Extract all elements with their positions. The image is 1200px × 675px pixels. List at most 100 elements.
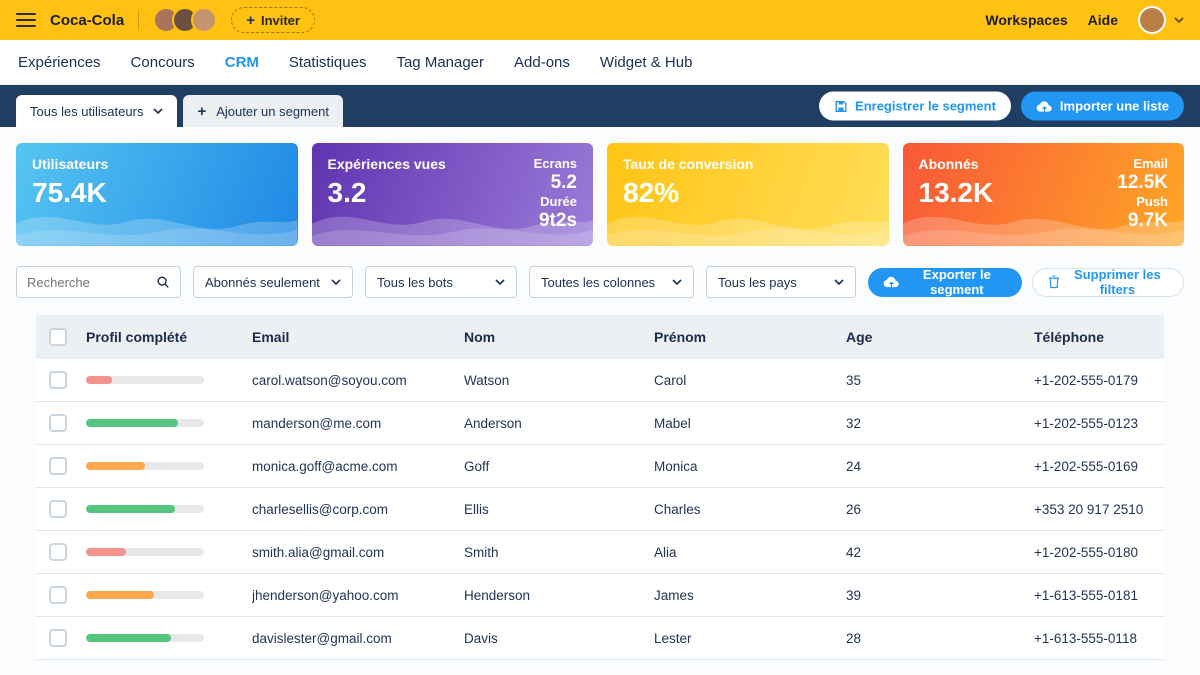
topbar: Coca-Cola + Inviter Workspaces Aide: [0, 0, 1200, 40]
search-box[interactable]: [16, 266, 181, 298]
clear-filters-button[interactable]: Supprimer les filters: [1031, 267, 1184, 297]
save-icon: [835, 100, 847, 112]
table-row[interactable]: monica.goff@acme.com Goff Monica 24 +1-202-5…: [36, 445, 1164, 488]
plus-icon: +: [246, 11, 255, 29]
stats-cards: Utilisateurs 75.4K Expériences vues 3.2 Ecra…: [16, 143, 1184, 246]
nav-tab-statistiques[interactable]: Statistiques: [289, 54, 367, 71]
telephone-cell: +1-202-555-0179: [1034, 372, 1138, 388]
save-segment-button[interactable]: Enregistrer le segment: [819, 91, 1011, 121]
nom-cell: Goff: [464, 458, 490, 474]
age-cell: 42: [846, 544, 862, 560]
stat-side-value: 9.7K: [1127, 210, 1168, 232]
row-checkbox[interactable]: [49, 629, 67, 647]
dropdown-value: Tous les bots: [377, 274, 453, 290]
column-header-1: Email: [252, 329, 290, 345]
telephone-cell: +1-202-555-0123: [1034, 415, 1138, 431]
chevron-down-icon: [153, 108, 164, 114]
caret-down-icon[interactable]: [1174, 17, 1184, 23]
nom-cell: Watson: [464, 372, 510, 388]
column-header-5: Téléphone: [1034, 329, 1105, 345]
filter-bar: Abonnés seulement Tous les bots Toutes les…: [16, 266, 1184, 298]
stat-side-label: Ecrans: [533, 156, 577, 171]
stat-card-value: 82%: [623, 177, 680, 208]
filter-dropdown-bots[interactable]: Tous les bots: [365, 266, 517, 298]
row-checkbox[interactable]: [49, 543, 67, 561]
team-avatar[interactable]: [191, 7, 218, 33]
nav-tab-experiences[interactable]: Expériences: [18, 54, 101, 71]
stat-side-value: 9t2s: [538, 210, 577, 232]
add-segment-label: Ajouter un segment: [216, 103, 329, 119]
chevron-down-icon: [495, 279, 505, 285]
row-checkbox[interactable]: [49, 371, 67, 389]
table-row[interactable]: jhenderson@yahoo.com Henderson James 39 +1-6…: [36, 574, 1164, 617]
row-checkbox[interactable]: [49, 457, 67, 475]
dropdown-value: Abonnés seulement: [205, 274, 320, 290]
stat-card-taux-conversion: Taux de conversion 82%: [607, 143, 889, 246]
filter-dropdown-pays[interactable]: Tous les pays: [706, 266, 856, 298]
workspaces-link[interactable]: Workspaces: [985, 12, 1067, 28]
filter-dropdown-colonnes[interactable]: Toutes les colonnes: [529, 266, 694, 298]
table-row[interactable]: manderson@me.com Anderson Mabel 32 +1-202-55…: [36, 402, 1164, 445]
filter-dropdown-abonnes-seulement[interactable]: Abonnés seulement: [193, 266, 353, 298]
team-avatars[interactable]: [153, 7, 218, 33]
row-checkbox[interactable]: [49, 586, 67, 604]
profile-progress-bar: [86, 505, 204, 513]
nav-tab-concours[interactable]: Concours: [131, 54, 195, 71]
age-cell: 28: [846, 630, 862, 646]
email-cell: jhenderson@yahoo.com: [252, 587, 399, 603]
telephone-cell: +1-613-555-0181: [1034, 587, 1138, 603]
column-header-0: Profil complété: [86, 329, 188, 345]
stat-card-utilisateurs: Utilisateurs 75.4K: [16, 143, 298, 246]
profile-progress-bar: [86, 419, 204, 427]
age-cell: 24: [846, 458, 862, 474]
workspace-name: Coca-Cola: [50, 11, 125, 29]
segment-tab-label: Tous les utilisateurs: [30, 103, 144, 119]
invite-button[interactable]: + Inviter: [231, 7, 315, 33]
telephone-cell: +1-613-555-0118: [1034, 630, 1137, 646]
profile-progress-bar: [86, 634, 204, 642]
chevron-down-icon: [834, 279, 844, 285]
nav-tab-widget-hub[interactable]: Widget & Hub: [600, 54, 693, 71]
user-avatar[interactable]: [1138, 6, 1166, 34]
nav-tab-crm[interactable]: CRM: [225, 54, 259, 71]
add-segment-tab[interactable]: + Ajouter un segment: [183, 95, 343, 127]
email-cell: davislester@gmail.com: [252, 630, 392, 646]
row-checkbox[interactable]: [49, 414, 67, 432]
table-row[interactable]: charlesellis@corp.com Ellis Charles 26 +353 …: [36, 488, 1164, 531]
table-row[interactable]: carol.watson@soyou.com Watson Carol 35 +1-20…: [36, 359, 1164, 402]
nav-tab-add-ons[interactable]: Add-ons: [514, 54, 570, 71]
row-checkbox[interactable]: [49, 500, 67, 518]
nav-tab-tag-manager[interactable]: Tag Manager: [396, 54, 484, 71]
telephone-cell: +1-202-555-0180: [1034, 544, 1138, 560]
segment-tab-current[interactable]: Tous les utilisateurs: [16, 95, 178, 127]
search-input[interactable]: [27, 274, 156, 290]
import-list-label: Importer une liste: [1059, 98, 1169, 114]
export-segment-button[interactable]: Exporter le segment: [868, 267, 1022, 297]
invite-button-label: Inviter: [260, 12, 300, 28]
select-all-checkbox[interactable]: [49, 328, 67, 346]
stat-card-value: 3.2: [327, 177, 367, 208]
email-cell: carol.watson@soyou.com: [252, 372, 407, 388]
search-icon[interactable]: [156, 275, 170, 289]
stat-side-value: 12.5K: [1117, 172, 1168, 194]
import-list-button[interactable]: Importer une liste: [1020, 91, 1184, 121]
cloud-upload-icon: [1036, 100, 1052, 112]
age-cell: 39: [846, 587, 862, 603]
prenom-cell: Monica: [654, 458, 698, 474]
prenom-cell: Mabel: [654, 415, 691, 431]
stat-card-value: 75.4K: [32, 177, 107, 208]
email-cell: manderson@me.com: [252, 415, 382, 431]
stat-card-value: 13.2K: [918, 177, 994, 208]
help-link[interactable]: Aide: [1088, 12, 1118, 28]
table-body: carol.watson@soyou.com Watson Carol 35 +1-20…: [36, 359, 1164, 660]
profile-progress-bar: [86, 548, 204, 556]
hamburger-menu-icon[interactable]: [16, 12, 36, 28]
table-row[interactable]: davislester@gmail.com Davis Lester 28 +1-613…: [36, 617, 1164, 660]
prenom-cell: Charles: [654, 501, 701, 517]
users-table: Profil complété Email Nom Prénom Age Téléphon…: [36, 315, 1164, 660]
email-cell: charlesellis@corp.com: [252, 501, 388, 517]
export-segment-label: Exporter le segment: [922, 267, 991, 297]
table-row[interactable]: smith.alia@gmail.com Smith Alia 42 +1-202-55…: [36, 531, 1164, 574]
stat-card-experiences-vues: Expériences vues 3.2 Ecrans 5.2 Durée 9t2s: [311, 143, 593, 246]
nom-cell: Davis: [464, 630, 498, 646]
